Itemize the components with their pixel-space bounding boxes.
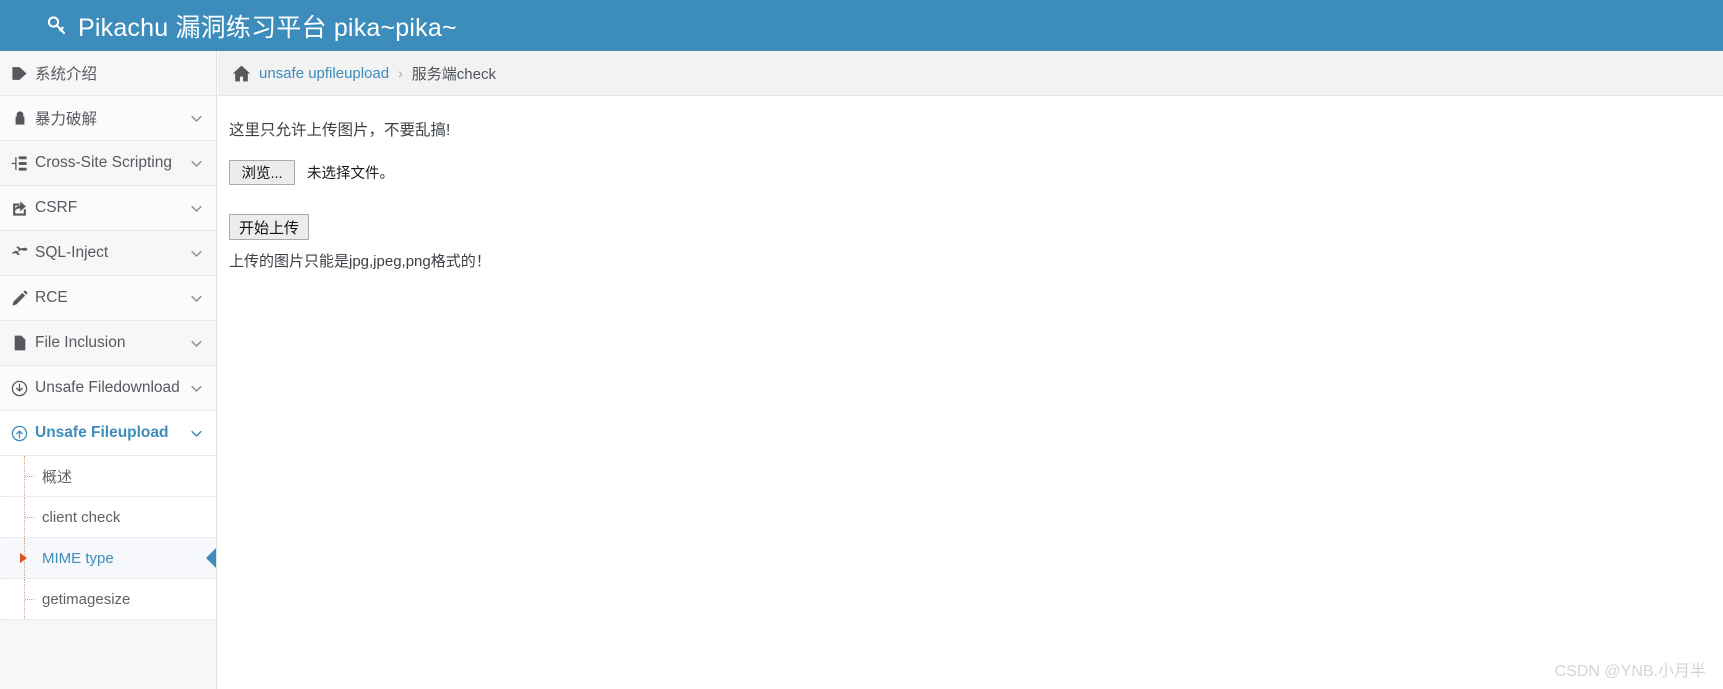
lead-text: 这里只允许上传图片，不要乱搞! xyxy=(229,122,451,139)
pencil-icon xyxy=(10,289,29,308)
sidebar-item-label: Unsafe Fileupload xyxy=(35,424,169,441)
brand-title: Pikachu 漏洞练习平台 pika~pika~ xyxy=(78,13,457,42)
chevron-down-icon[interactable] xyxy=(189,426,204,441)
main-content: unsafe upfileupload › 服务端check 这里只允许上传图片… xyxy=(218,51,1723,689)
lock-icon xyxy=(10,109,29,128)
file-status-text: 未选择文件。 xyxy=(307,166,394,182)
sidebar-item-unsafe-fileupload[interactable]: Unsafe Fileupload xyxy=(0,411,216,456)
caret-right-icon xyxy=(20,553,27,563)
arrow-circle-down-icon xyxy=(10,379,29,398)
tree-connector-icon xyxy=(0,497,40,537)
chevron-down-icon[interactable] xyxy=(189,246,204,261)
breadcrumb-current: 服务端check xyxy=(411,65,496,83)
breadcrumb: unsafe upfileupload › 服务端check xyxy=(218,51,1723,96)
sitemap-icon xyxy=(10,154,29,173)
format-hint-text: 上传的图片只能是jpg,jpeg,png格式的！ xyxy=(229,253,491,270)
tree-connector-icon xyxy=(0,538,40,578)
sidebar-item-label: Cross-Site Scripting xyxy=(35,154,172,171)
sidebar-item-label: SQL-Inject xyxy=(35,244,109,261)
app-header: Pikachu 漏洞练习平台 pika~pika~ xyxy=(0,0,1723,51)
sidebar-subitem-mime-type[interactable]: MIME type xyxy=(0,538,216,579)
sidebar-item-system-intro[interactable]: 系统介绍 xyxy=(0,51,216,96)
sidebar-item-label: File Inclusion xyxy=(35,334,126,351)
sidebar-subitem-client-check[interactable]: client check xyxy=(0,497,216,538)
tag-icon xyxy=(10,64,29,83)
file-input-row: 浏览... 未选择文件。 xyxy=(229,160,1723,185)
sidebar-item-sql-inject[interactable]: SQL-Inject xyxy=(0,231,216,276)
plane-icon xyxy=(10,244,29,263)
start-upload-button[interactable]: 开始上传 xyxy=(229,214,310,240)
sidebar-item-cross-site-scripting[interactable]: Cross-Site Scripting xyxy=(0,141,216,186)
sidebar-item-label: 系统介绍 xyxy=(35,66,98,83)
breadcrumb-separator: › xyxy=(398,65,403,81)
sidebar-item-unsafe-filedownload[interactable]: Unsafe Filedownload xyxy=(0,366,216,411)
sidebar-subitem-label: 概述 xyxy=(42,468,73,486)
file-icon xyxy=(10,334,29,353)
home-icon[interactable] xyxy=(231,63,251,83)
chevron-down-icon[interactable] xyxy=(189,156,204,171)
tree-connector-icon xyxy=(0,579,40,619)
chevron-down-icon[interactable] xyxy=(189,201,204,216)
chevron-down-icon[interactable] xyxy=(189,291,204,306)
sidebar: 系统介绍 暴力破解 Cross-Site Scripting CSRF SQL-… xyxy=(0,51,217,689)
sidebar-subitem-label: MIME type xyxy=(42,549,114,567)
sidebar-subitem-label: getimagesize xyxy=(42,590,131,608)
upload-form: 这里只允许上传图片，不要乱搞! 浏览... 未选择文件。 开始上传 上传的图片只… xyxy=(218,96,1723,271)
sidebar-subitem-label: client check xyxy=(42,508,121,526)
breadcrumb-link[interactable]: unsafe upfileupload xyxy=(259,65,389,82)
chevron-down-icon[interactable] xyxy=(189,381,204,396)
sidebar-item-label: Unsafe Filedownload xyxy=(35,379,180,396)
sidebar-item-csrf[interactable]: CSRF xyxy=(0,186,216,231)
sidebar-item-file-inclusion[interactable]: File Inclusion xyxy=(0,321,216,366)
tree-connector-icon xyxy=(0,456,40,496)
browse-button[interactable]: 浏览... xyxy=(229,160,295,185)
sidebar-subitem-overview[interactable]: 概述 xyxy=(0,456,216,497)
submit-row: 开始上传 xyxy=(229,214,1723,250)
sidebar-item-label: CSRF xyxy=(35,199,78,216)
sidebar-item-label: RCE xyxy=(35,289,68,306)
chevron-down-icon[interactable] xyxy=(189,111,204,126)
share-square-icon xyxy=(10,199,29,218)
sidebar-item-brute-force[interactable]: 暴力破解 xyxy=(0,96,216,141)
sidebar-item-rce[interactable]: RCE xyxy=(0,276,216,321)
active-pointer-icon xyxy=(206,547,216,569)
sidebar-item-label: 暴力破解 xyxy=(35,111,98,128)
chevron-down-icon[interactable] xyxy=(189,336,204,351)
sidebar-subitem-getimagesize[interactable]: getimagesize xyxy=(0,579,216,620)
search-key-icon xyxy=(44,13,70,39)
arrow-circle-up-icon xyxy=(10,424,29,443)
brand[interactable]: Pikachu 漏洞练习平台 pika~pika~ xyxy=(44,8,457,44)
